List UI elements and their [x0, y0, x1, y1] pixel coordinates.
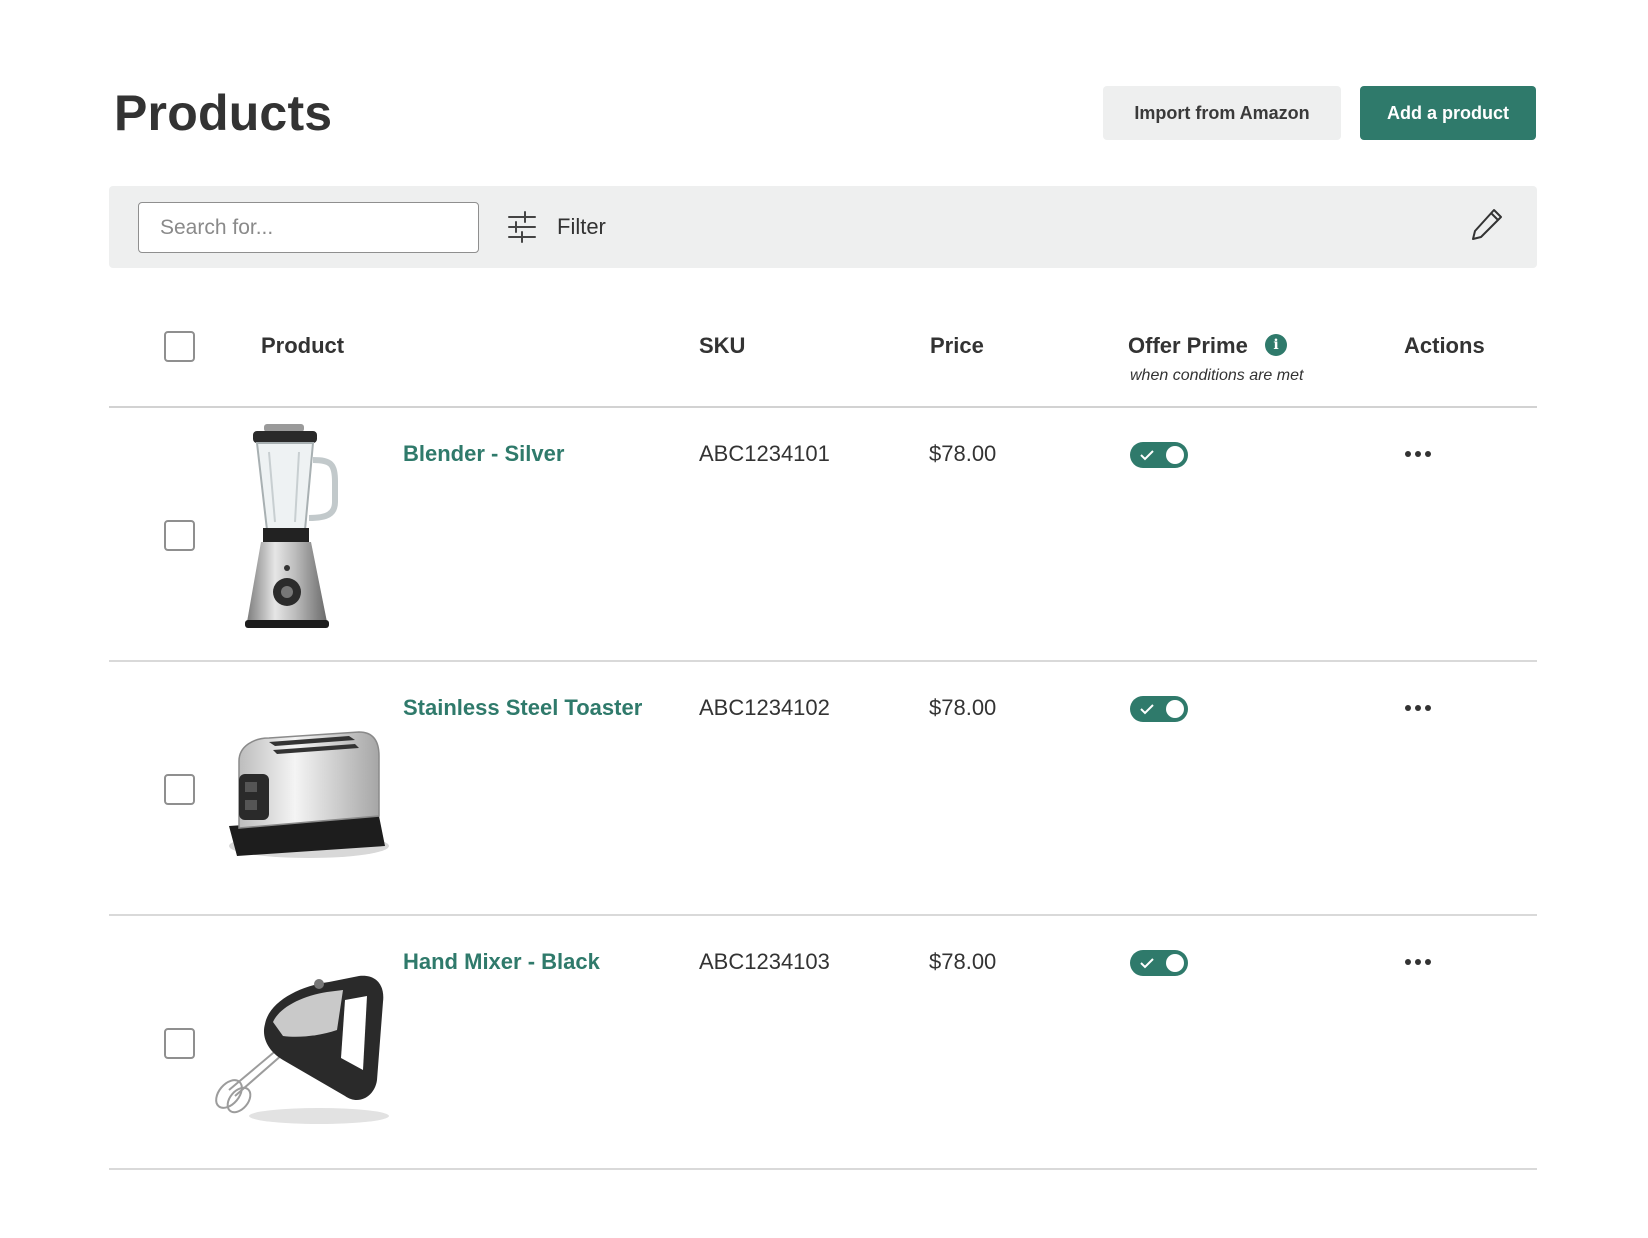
check-icon — [1140, 450, 1154, 461]
product-name-link[interactable]: Hand Mixer - Black — [403, 949, 600, 975]
price-value: $78.00 — [929, 695, 997, 720]
column-header-sku: SKU — [699, 333, 746, 358]
filter-button[interactable]: Filter — [507, 204, 606, 250]
products-table: Product SKU Price Offer Prime i when con… — [109, 300, 1537, 1170]
column-header-product: Product — [261, 333, 345, 358]
more-actions-icon[interactable] — [1401, 444, 1435, 464]
check-icon — [1140, 958, 1154, 969]
sku-value: ABC1234102 — [699, 695, 830, 720]
products-page: Products Import from Amazon Add a produc… — [0, 0, 1648, 1238]
table-row: Hand Mixer - Black ABC1234103 $78.00 — [109, 916, 1537, 1170]
info-icon[interactable]: i — [1265, 334, 1287, 356]
sku-value: ABC1234103 — [699, 949, 830, 974]
select-all-checkbox[interactable] — [164, 331, 195, 362]
page-title: Products — [114, 85, 333, 141]
pencil-icon[interactable] — [1469, 206, 1505, 242]
column-header-price: Price — [930, 333, 984, 358]
offer-prime-subtitle: when conditions are met — [1130, 367, 1304, 384]
hand-mixer-image — [215, 975, 389, 1124]
offer-prime-toggle[interactable] — [1130, 950, 1188, 976]
sliders-icon — [508, 211, 536, 243]
row-checkbox[interactable] — [164, 774, 195, 805]
price-value: $78.00 — [929, 441, 997, 466]
add-product-button[interactable]: Add a product — [1360, 86, 1536, 140]
blender-image — [245, 424, 338, 628]
filter-label: Filter — [557, 214, 606, 239]
column-header-actions: Actions — [1404, 333, 1485, 358]
offer-prime-toggle[interactable] — [1130, 442, 1188, 468]
product-name-link[interactable]: Stainless Steel Toaster — [403, 695, 642, 721]
price-value: $78.00 — [929, 949, 997, 974]
product-name-link[interactable]: Blender - Silver — [403, 441, 564, 467]
table-toolbar: Filter — [109, 186, 1537, 268]
more-actions-icon[interactable] — [1401, 952, 1435, 972]
table-header: Product SKU Price Offer Prime i when con… — [109, 300, 1537, 408]
search-input[interactable] — [138, 202, 479, 253]
toaster-image — [229, 731, 389, 858]
more-actions-icon[interactable] — [1401, 698, 1435, 718]
table-row: Stainless Steel Toaster ABC1234102 $78.0… — [109, 662, 1537, 916]
column-header-offer-prime: Offer Prime — [1128, 333, 1248, 358]
sku-value: ABC1234101 — [699, 441, 830, 466]
table-row: Blender - Silver ABC1234101 $78.00 — [109, 408, 1537, 662]
check-icon — [1140, 704, 1154, 715]
row-checkbox[interactable] — [164, 1028, 195, 1059]
import-from-amazon-button[interactable]: Import from Amazon — [1103, 86, 1341, 140]
row-checkbox[interactable] — [164, 520, 195, 551]
offer-prime-toggle[interactable] — [1130, 696, 1188, 722]
